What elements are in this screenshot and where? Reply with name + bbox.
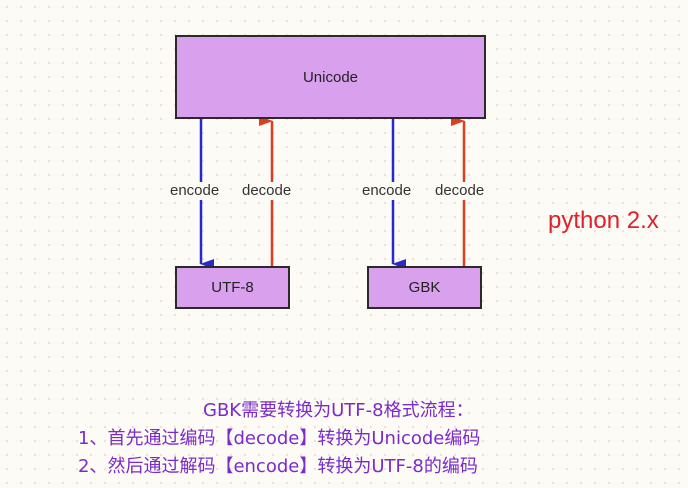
python-version-label: python 2.x bbox=[548, 207, 659, 234]
note-title: GBK需要转换为UTF-8格式流程： bbox=[203, 400, 474, 421]
utf8-box: UTF-8 bbox=[175, 266, 290, 309]
unicode-box: Unicode bbox=[175, 35, 486, 119]
utf8-label: UTF-8 bbox=[211, 279, 254, 296]
gbk-box: GBK bbox=[367, 266, 482, 309]
note-line-1: 1、首先通过编码【decode】转换为Unicode编码 bbox=[78, 428, 481, 449]
encode-label-utf8: encode bbox=[168, 182, 222, 200]
decode-label-gbk: decode bbox=[433, 182, 487, 200]
unicode-label: Unicode bbox=[302, 68, 359, 86]
decode-label-utf8: decode bbox=[240, 182, 294, 200]
encode-label-gbk: encode bbox=[360, 182, 414, 200]
gbk-label: GBK bbox=[408, 279, 441, 296]
note-line-2: 2、然后通过解码【encode】转换为UTF-8的编码 bbox=[78, 456, 478, 477]
